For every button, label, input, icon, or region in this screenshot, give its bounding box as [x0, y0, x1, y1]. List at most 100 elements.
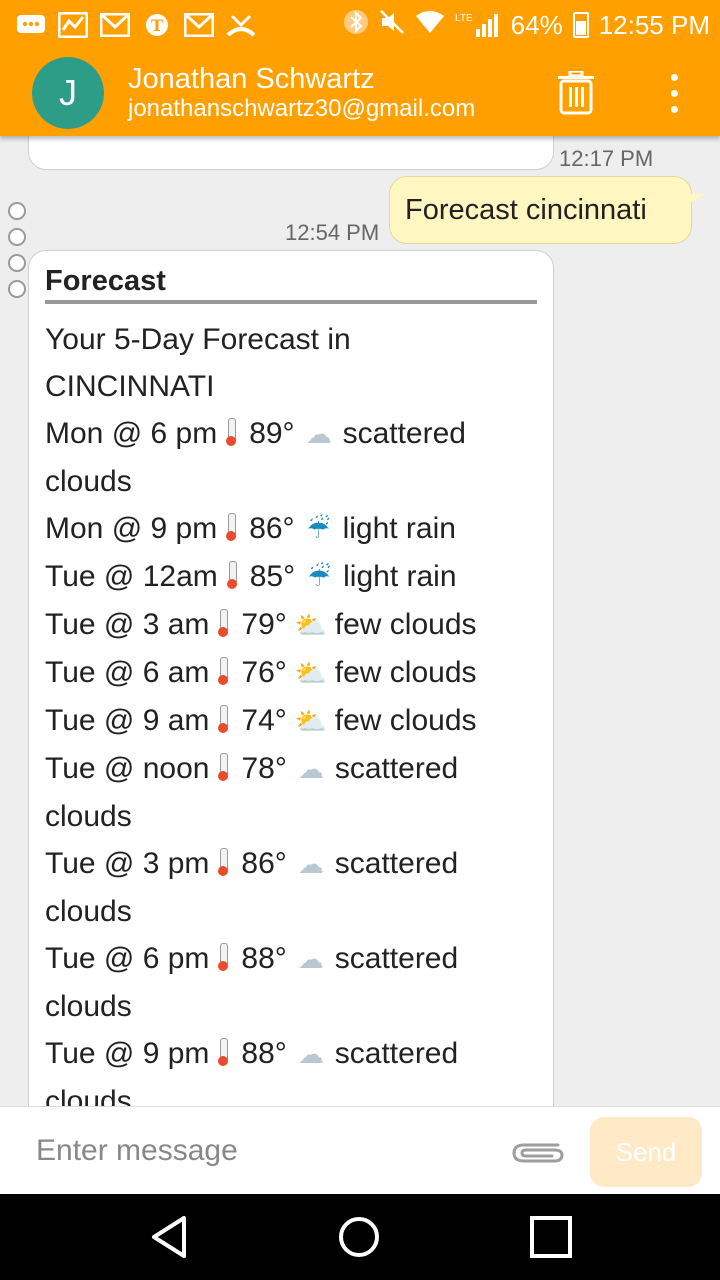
attach-button[interactable] [508, 1131, 568, 1171]
home-button[interactable] [334, 1214, 384, 1260]
forecast-desc: few clouds [334, 704, 477, 737]
forecast-line: Mon @ 6 pm 89° ☁ scattered [45, 410, 537, 458]
forecast-line: Tue @ noon 78° ☁ scattered [45, 745, 537, 793]
recents-button[interactable] [526, 1214, 576, 1260]
forecast-line: Tue @ 3 am 79° ⛅ few clouds [45, 601, 537, 649]
forecast-desc: scattered [334, 847, 459, 880]
cloud-icon: ☁ [297, 849, 324, 879]
svg-text:T: T [151, 16, 163, 35]
lte-signal-icon: LTE [455, 13, 501, 37]
select-radio[interactable] [8, 228, 26, 246]
city-name: CINCINNATI [45, 370, 215, 403]
thermometer-icon [217, 657, 229, 685]
forecast-line: Mon @ 9 pm 86° ☔ light rain [45, 505, 537, 553]
paperclip-icon [512, 1143, 564, 1163]
select-radio[interactable] [8, 280, 26, 298]
forecast-time: Tue @ 3 pm [45, 847, 210, 880]
overflow-menu-button[interactable] [644, 63, 704, 123]
forecast-temp: 88° [241, 1037, 287, 1070]
clock: 12:55 PM [598, 9, 710, 40]
select-radio[interactable] [8, 202, 26, 220]
message-list[interactable]: 12:17 PM Forecast cincinnati 12:54 PM Fo… [0, 136, 720, 1106]
forecast-desc-continued: clouds [45, 465, 132, 498]
thermometer-icon [217, 848, 229, 876]
thermometer-icon [226, 561, 238, 589]
menu-dot [670, 89, 678, 97]
forecast-list: Mon @ 6 pm 89° ☁ scattered clouds Mon @ 9 pm 8… [45, 410, 537, 1106]
forecast-time: Tue @ 3 am [45, 608, 210, 641]
forecast-time: Tue @ 9 am [45, 704, 210, 737]
sent-bubble-tail [688, 194, 706, 204]
forecast-desc: scattered [342, 417, 466, 450]
cloud-icon: ☁ [297, 944, 324, 974]
trash-icon [558, 71, 594, 115]
chat-notification-icon [16, 12, 46, 38]
trend-notification-icon [58, 12, 88, 38]
system-navigation-bar [0, 1194, 720, 1280]
forecast-temp: 85° [249, 560, 296, 593]
battery-percent: 64% [510, 9, 563, 40]
forecast-line: Tue @ 12am 85° ☔ light rain [45, 553, 537, 601]
wifi-icon [415, 10, 445, 41]
forecast-desc: light rain [342, 512, 456, 545]
forecast-time: Tue @ 6 am [45, 656, 210, 689]
thermometer-icon [217, 753, 229, 781]
forecast-desc: scattered [334, 752, 459, 785]
forecast-time: Mon @ 9 pm [45, 512, 218, 545]
message-timestamp: 12:54 PM [285, 220, 380, 245]
cloud-icon: ☁ [297, 754, 324, 784]
forecast-line: Tue @ 6 pm 88° ☁ scattered [45, 935, 537, 983]
thermometer-icon [225, 418, 237, 446]
recents-square-icon [530, 1216, 572, 1258]
forecast-desc-continued: clouds [45, 800, 132, 833]
umbrella-rain-icon: ☔ [306, 514, 331, 544]
back-button[interactable] [146, 1214, 196, 1260]
notification-icons: T [16, 12, 343, 38]
forecast-time: Tue @ noon [45, 752, 210, 785]
forecast-desc-continued: clouds [45, 990, 132, 1023]
forecast-line: Tue @ 3 pm 86° ☁ scattered [45, 840, 537, 888]
select-radio[interactable] [8, 254, 26, 272]
thermometer-icon [217, 943, 229, 971]
contact-email: jonathanschwartz30@gmail.com [128, 95, 476, 122]
umbrella-rain-icon: ☔ [307, 562, 331, 592]
previous-message-bubble [28, 136, 554, 170]
forecast-desc-continued: clouds [45, 1085, 132, 1106]
forecast-temp: 76° [241, 656, 287, 689]
forecast-line: Tue @ 9 pm 88° ☁ scattered [45, 1030, 537, 1078]
message-composer: Send [0, 1106, 720, 1194]
mail-notification-icon [184, 12, 214, 38]
home-circle-icon [339, 1217, 379, 1257]
avatar[interactable]: J [32, 57, 104, 129]
contact-info: Jonathan Schwartz jonathanschwartz30@gma… [128, 63, 546, 123]
mute-icon [379, 9, 405, 42]
cloud-icon: ☁ [305, 419, 332, 449]
forecast-desc: few clouds [334, 608, 477, 641]
forecast-temp: 79° [241, 608, 287, 641]
menu-dot [670, 73, 678, 81]
menu-dot [670, 105, 678, 113]
sun-behind-cloud-icon: ⛅ [294, 658, 327, 688]
received-message-bubble[interactable]: Forecast Your 5-Day Forecast in CINCINNA… [28, 250, 554, 1106]
conversation-header: J Jonathan Schwartz jonathanschwartz30@g… [0, 50, 720, 136]
lte-label: LTE [455, 13, 473, 24]
back-triangle-icon [152, 1216, 186, 1258]
sun-behind-cloud-icon: ⛅ [294, 706, 327, 736]
forecast-temp: 89° [249, 417, 295, 450]
forecast-line: Tue @ 6 am 76° ⛅ few clouds [45, 649, 537, 697]
sent-message-bubble[interactable]: Forecast cincinnati [389, 176, 692, 244]
bluetooth-icon [343, 9, 369, 42]
delete-button[interactable] [546, 63, 606, 123]
forecast-time: Tue @ 12am [45, 560, 218, 593]
intro-line: Your 5-Day Forecast in [45, 323, 351, 356]
forecast-temp: 86° [241, 847, 287, 880]
thermometer-icon [217, 609, 229, 637]
forecast-temp: 78° [241, 752, 287, 785]
message-input[interactable] [22, 1121, 492, 1181]
send-button[interactable]: Send [590, 1117, 702, 1187]
forecast-time: Tue @ 9 pm [45, 1037, 210, 1070]
forecast-desc: few clouds [334, 656, 477, 689]
forecast-desc: scattered [334, 1037, 459, 1070]
gmail-notification-icon [100, 12, 130, 38]
forecast-time: Mon @ 6 pm [45, 417, 218, 450]
